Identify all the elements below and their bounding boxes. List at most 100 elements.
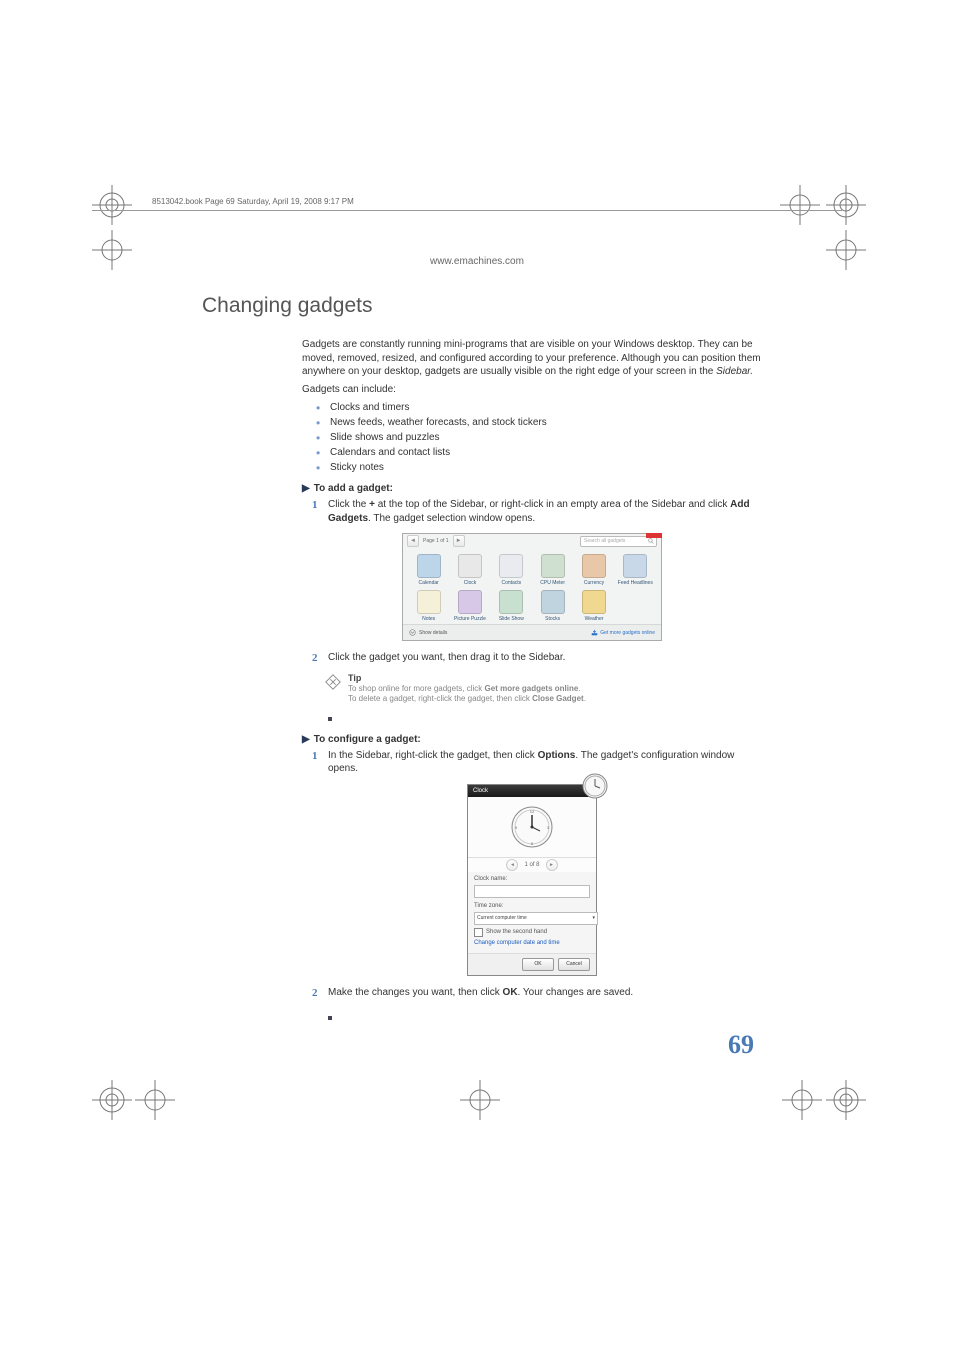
gadget-tile-icon (582, 590, 606, 614)
intro-text: Gadgets are constantly running mini-prog… (302, 339, 761, 377)
gadget-tile-label: Contacts (501, 580, 521, 586)
chevron-down-icon (409, 629, 416, 636)
step-bold: OK (503, 987, 518, 998)
page-title: Changing gadgets (202, 294, 762, 318)
window-titlebar: Clock (468, 785, 596, 797)
gadget-tile-icon (499, 554, 523, 578)
gadget-tile[interactable]: Stocks (533, 590, 572, 622)
bullet-item: Slide shows and puzzles (316, 430, 762, 445)
step-number: 2 (312, 651, 318, 666)
show-details-toggle[interactable]: Show details (409, 629, 447, 636)
step-text: Click the gadget you want, then drag it … (328, 652, 565, 663)
step-bold: Options (538, 750, 576, 761)
nav-prev-button[interactable]: ◄ (506, 859, 518, 871)
crosshair-icon (460, 1080, 500, 1120)
step-number: 1 (312, 749, 318, 764)
clock-name-label: Clock name: (474, 876, 590, 882)
procedure-heading-text: To add a gadget: (314, 483, 393, 494)
registration-mark-icon (92, 1080, 132, 1120)
gadget-tile[interactable]: Calendar (409, 554, 448, 586)
bullet-item: Sticky notes (316, 460, 762, 475)
gadget-tile-label: Stocks (545, 616, 560, 622)
clock-face-preview: 12 3 6 9 (468, 797, 596, 858)
triangle-icon: ▶ (302, 483, 310, 494)
tip-text: To delete a gadget, right-click the gadg… (348, 694, 532, 703)
gadget-tile-label: CPU Meter (540, 580, 565, 586)
gadget-tile-label: Clock (464, 580, 477, 586)
step-text: Make the changes you want, then click (328, 987, 503, 998)
svg-text:12: 12 (530, 809, 535, 814)
gadget-tile-label: Slide Show (499, 616, 524, 622)
clock-name-input[interactable] (474, 885, 590, 898)
second-hand-checkbox[interactable] (474, 928, 483, 937)
gadget-tile[interactable]: Contacts (492, 554, 531, 586)
gadget-tile[interactable]: Picture Puzzle (450, 590, 489, 622)
gadget-selection-figure: ◄ Page 1 of 1 ► Search all gadgets Calen… (402, 533, 662, 641)
clock-nav-label: 1 of 8 (524, 862, 539, 868)
clock-preview-icon (582, 773, 608, 799)
get-more-label: Get more gadgets online (600, 630, 655, 636)
gadget-tile-label: Currency (584, 580, 604, 586)
intro-list-lead: Gadgets can include: (302, 383, 762, 397)
tip-bold: Get more gadgets online (485, 684, 579, 693)
gadget-tile-label: Picture Puzzle (454, 616, 486, 622)
gadget-tile[interactable]: CPU Meter (533, 554, 572, 586)
timezone-value: Current computer time (477, 915, 527, 921)
gadget-tile-icon (582, 554, 606, 578)
gadget-tile-label: Weather (585, 616, 604, 622)
step-item: 1 In the Sidebar, right-click the gadget… (302, 749, 762, 776)
step-item: 2 Click the gadget you want, then drag i… (302, 651, 762, 665)
nav-next-button[interactable]: ► (546, 859, 558, 871)
gadget-tile-icon (417, 590, 441, 614)
intro-paragraph: Gadgets are constantly running mini-prog… (302, 338, 762, 379)
get-more-gadgets-link[interactable]: Get more gadgets online (591, 629, 655, 636)
step-item: 2 Make the changes you want, then click … (302, 986, 762, 1000)
gadget-tile[interactable]: Slide Show (492, 590, 531, 622)
bullet-item: Calendars and contact lists (316, 445, 762, 460)
end-square-icon (328, 1016, 332, 1020)
nav-next-button[interactable]: ► (453, 535, 465, 547)
gadget-tile-label: Notes (422, 616, 435, 622)
cancel-button[interactable]: Cancel (558, 958, 590, 971)
step-text: In the Sidebar, right-click the gadget, … (328, 750, 538, 761)
tip-icon (324, 673, 342, 691)
ok-button[interactable]: OK (522, 958, 554, 971)
gadget-tile[interactable]: Weather (574, 590, 613, 622)
close-icon[interactable] (646, 533, 662, 538)
tip-box: Tip To shop online for more gadgets, cli… (324, 673, 762, 704)
change-date-link[interactable]: Change computer date and time (474, 940, 590, 946)
procedure-heading-configure: ▶To configure a gadget: (302, 734, 762, 745)
gadget-tile[interactable]: Currency (574, 554, 613, 586)
gadget-tile[interactable]: Clock (450, 554, 489, 586)
tip-title: Tip (348, 673, 586, 684)
gadget-tile-icon (541, 590, 565, 614)
gadget-tile-icon (623, 554, 647, 578)
bullet-item: Clocks and timers (316, 400, 762, 415)
gadget-tile-icon (499, 590, 523, 614)
timezone-select[interactable]: Current computer time ▾ (474, 912, 598, 925)
step-text: . Your changes are saved. (518, 987, 634, 998)
crosshair-icon (135, 1080, 175, 1120)
step-text: Click the (328, 499, 369, 510)
registration-mark-icon (826, 1080, 866, 1120)
step-item: 1 Click the + at the top of the Sidebar,… (302, 498, 762, 525)
registration-mark-icon (826, 185, 866, 225)
nav-prev-button[interactable]: ◄ (407, 535, 419, 547)
search-placeholder: Search all gadgets (584, 538, 625, 544)
gadget-tile-label: Feed Headlines (618, 580, 653, 586)
page-number: 69 (728, 1030, 754, 1060)
window-title: Clock (473, 788, 488, 794)
tip-text: . (584, 694, 586, 703)
tip-bold: Close Gadget (532, 694, 584, 703)
gadget-tile[interactable]: Feed Headlines (616, 554, 655, 586)
step-text: at the top of the Sidebar, or right-clic… (375, 499, 730, 510)
crosshair-icon (782, 1080, 822, 1120)
search-icon (648, 538, 654, 544)
gadget-tile[interactable]: Notes (409, 590, 448, 622)
step-text: . The gadget selection window opens. (368, 513, 535, 524)
gadget-tile-icon (417, 554, 441, 578)
step-number: 2 (312, 986, 318, 1001)
running-url: www.emachines.com (0, 256, 954, 267)
procedure-heading-text: To configure a gadget: (314, 734, 421, 745)
step-number: 1 (312, 498, 318, 513)
